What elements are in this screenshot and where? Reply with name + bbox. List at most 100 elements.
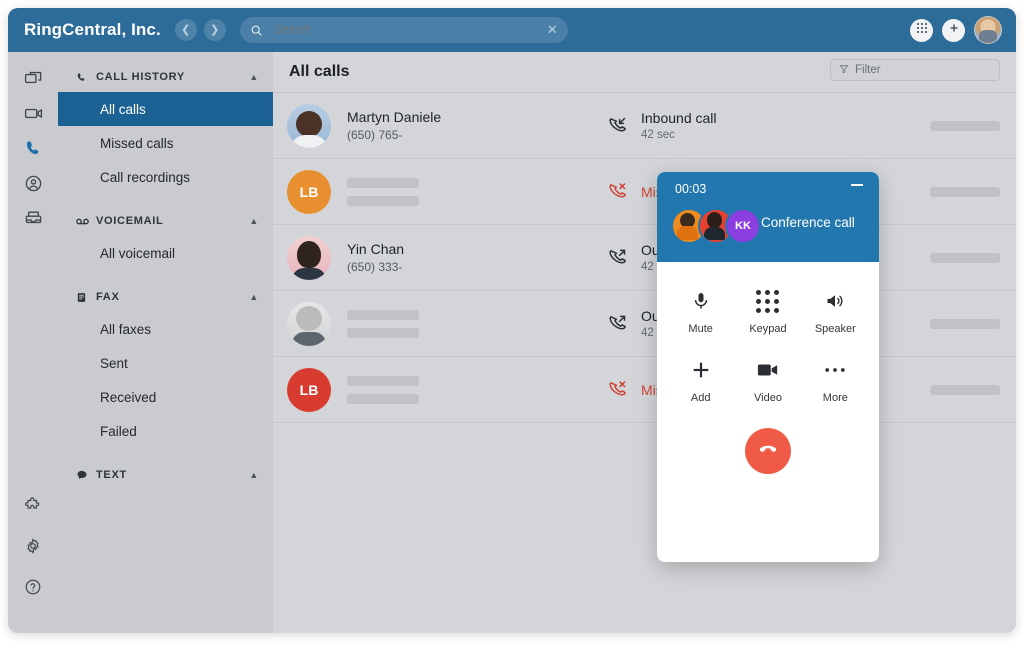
body-area: CALL HISTORY ▲ All calls Missed calls Ca…	[8, 52, 1016, 633]
rail-item-message[interactable]	[18, 66, 48, 96]
forward-button[interactable]: ❯	[203, 19, 226, 41]
contacts-icon	[24, 174, 43, 198]
phone-missed-icon	[607, 379, 631, 400]
phone-outbound-icon	[607, 247, 631, 268]
row-contact: Yin Chan (650) 333-	[347, 241, 597, 274]
rail-item-apps[interactable]	[18, 492, 48, 522]
sidebar-item-sent[interactable]: Sent	[58, 346, 273, 380]
sidebar-item-call-recordings[interactable]: Call recordings	[58, 160, 273, 194]
row-meta	[930, 252, 1000, 263]
hangup-area	[657, 428, 879, 474]
redacted-bar	[347, 195, 419, 206]
video-camera-icon	[757, 355, 779, 385]
plus-icon	[690, 355, 712, 385]
row-meta	[930, 318, 1000, 329]
sidebar-group-text[interactable]: TEXT ▲	[58, 460, 273, 490]
table-row[interactable]: Martyn Daniele (650) 765- Inbound call 4…	[273, 93, 1016, 159]
rail-item-help[interactable]	[18, 574, 48, 604]
top-bar-actions	[910, 8, 1002, 52]
filter-control[interactable]: Filter	[830, 59, 1000, 81]
chevron-up-icon[interactable]: ▲	[249, 72, 259, 82]
contact-name: Yin Chan	[347, 241, 405, 257]
sidebar-item-received[interactable]: Received	[58, 380, 273, 414]
speaker-button[interactable]: Speaker	[802, 286, 869, 335]
row-meta	[930, 384, 1000, 395]
redacted-bar	[930, 186, 1000, 197]
table-row[interactable]: Outbound call 42 sec	[273, 291, 1016, 357]
sidebar-group-title: FAX	[96, 291, 120, 303]
rail-item-settings[interactable]	[18, 533, 48, 563]
search-input[interactable]	[272, 23, 547, 37]
sidebar-group-fax[interactable]: FAX ▲	[58, 282, 273, 312]
content-header: All calls Filter	[273, 52, 1016, 93]
puzzle-icon	[24, 496, 42, 519]
control-label: Video	[754, 392, 782, 404]
hangup-button[interactable]	[745, 428, 791, 474]
avatar: LB	[287, 169, 331, 214]
avatar	[287, 235, 331, 280]
sidebar-item-all-voicemail[interactable]: All voicemail	[58, 236, 273, 270]
add-button[interactable]	[942, 18, 965, 42]
row-contact: Martyn Daniele (650) 765-	[347, 109, 597, 142]
more-button[interactable]: More	[802, 355, 869, 404]
minimize-icon[interactable]	[851, 184, 863, 186]
fax-icon	[76, 292, 92, 303]
search-bar[interactable]: ✕	[239, 17, 568, 43]
keypad-button[interactable]: Keypad	[734, 286, 801, 335]
sidebar: CALL HISTORY ▲ All calls Missed calls Ca…	[58, 52, 273, 633]
control-label: Mute	[688, 323, 713, 335]
video-button[interactable]: Video	[734, 355, 801, 404]
call-popup-header: 00:03 KK Conference call	[657, 172, 879, 262]
dialpad-button[interactable]	[910, 18, 933, 42]
phone-missed-icon	[607, 181, 631, 202]
back-button[interactable]: ❮	[174, 19, 197, 41]
avatar	[287, 103, 331, 148]
dialpad-icon	[916, 21, 928, 39]
rail-item-phone[interactable]	[18, 136, 48, 166]
avatar[interactable]	[974, 16, 1002, 44]
filter-icon	[839, 64, 849, 77]
mute-button[interactable]: Mute	[667, 286, 734, 335]
rail-item-fax[interactable]	[18, 206, 48, 236]
sidebar-group-call-history[interactable]: CALL HISTORY ▲	[58, 62, 273, 92]
message-icon	[24, 69, 43, 93]
close-icon[interactable]: ✕	[547, 22, 558, 38]
add-button[interactable]: Add	[667, 355, 734, 404]
row-call-type: Inbound call 42 sec	[607, 110, 847, 141]
chat-icon	[76, 469, 92, 481]
sidebar-item-failed[interactable]: Failed	[58, 414, 273, 448]
avatar: LB	[287, 367, 331, 412]
ellipsis-icon	[824, 355, 846, 385]
microphone-icon	[691, 286, 711, 316]
redacted-bar	[347, 375, 419, 386]
call-type-text: Inbound call 42 sec	[641, 110, 717, 141]
phone-inbound-icon	[607, 115, 631, 136]
chevron-up-icon[interactable]: ▲	[249, 292, 259, 302]
sidebar-item-missed-calls[interactable]: Missed calls	[58, 126, 273, 160]
row-contact	[347, 177, 597, 206]
call-timer: 00:03	[675, 182, 707, 196]
call-controls: Mute Keypad Speaker Add Video More	[657, 262, 879, 404]
rail-item-contacts[interactable]	[18, 171, 48, 201]
redacted-bar	[347, 309, 419, 320]
sidebar-item-all-calls[interactable]: All calls	[58, 92, 273, 126]
sidebar-item-all-faxes[interactable]: All faxes	[58, 312, 273, 346]
nav-buttons: ❮ ❯	[174, 19, 226, 41]
speaker-icon	[824, 286, 846, 316]
icon-rail	[8, 52, 58, 633]
sidebar-group-voicemail[interactable]: VOICEMAIL ▲	[58, 206, 273, 236]
rail-bottom-group	[8, 492, 58, 609]
table-row[interactable]: LB Missed call	[273, 357, 1016, 423]
row-contact	[347, 309, 597, 338]
sidebar-group-title: TEXT	[96, 469, 127, 481]
chevron-up-icon[interactable]: ▲	[249, 216, 259, 226]
control-label: More	[822, 392, 848, 404]
rail-item-video[interactable]	[18, 101, 48, 131]
row-meta	[930, 120, 1000, 131]
table-row[interactable]: Yin Chan (650) 333- Outbound call 42 sec	[273, 225, 1016, 291]
phone-hangup-icon	[757, 438, 779, 465]
table-row[interactable]: LB Missed call	[273, 159, 1016, 225]
fax-inbox-icon	[24, 209, 43, 233]
video-icon	[24, 104, 43, 128]
chevron-up-icon[interactable]: ▲	[249, 470, 259, 480]
